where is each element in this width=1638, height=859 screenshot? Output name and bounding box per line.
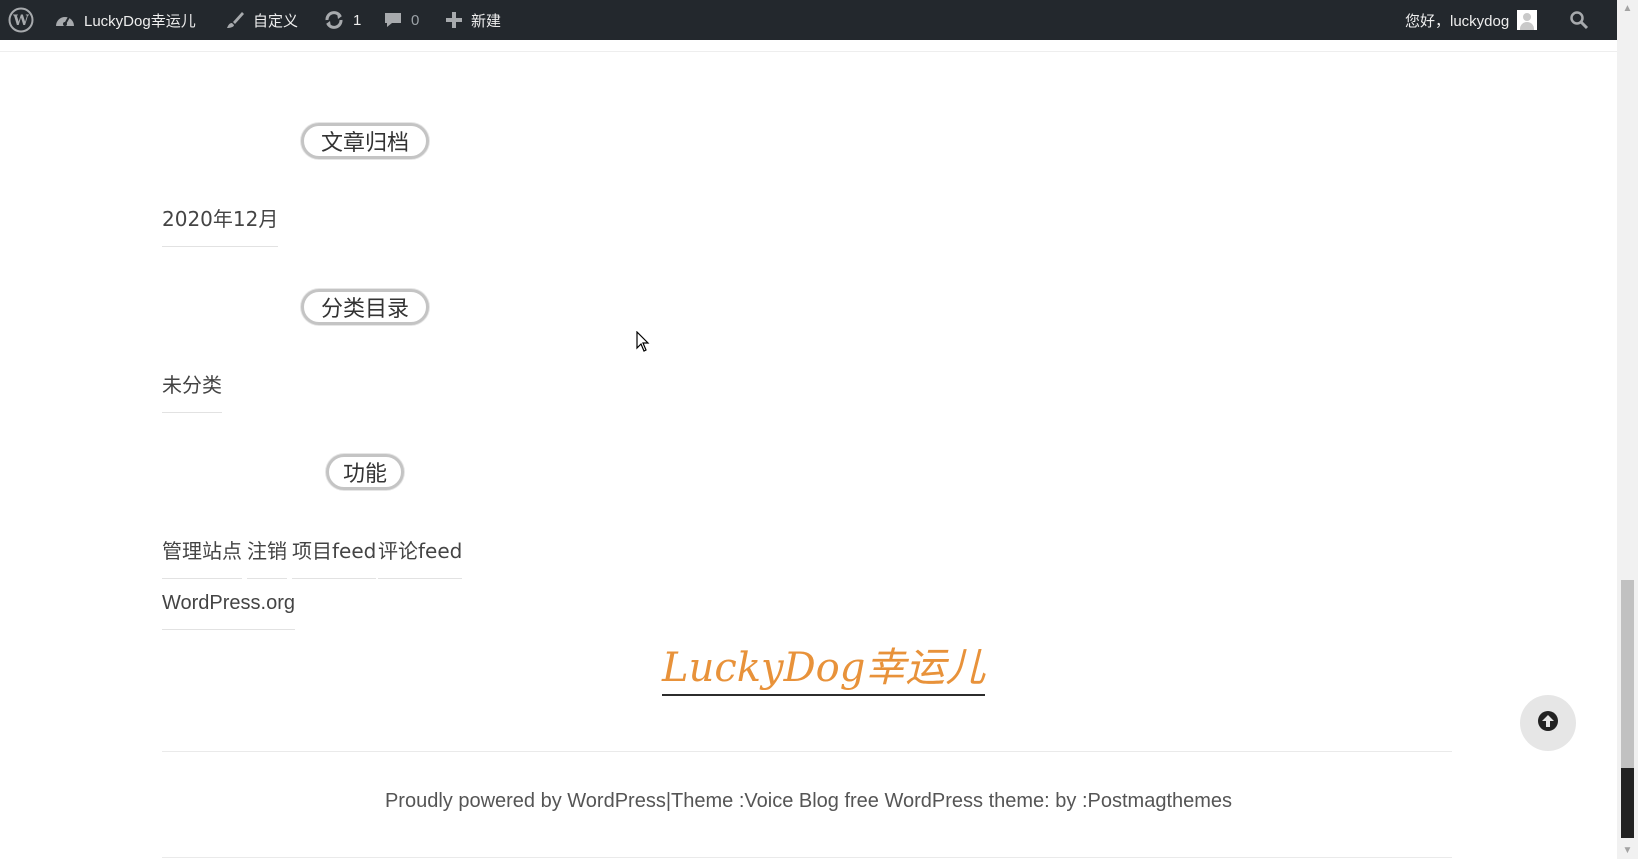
meta-link-wordpress-org[interactable]: WordPress.org [162,592,296,630]
categories-widget-title: 分类目录 [301,289,429,325]
customize-label: 自定义 [253,12,299,30]
archives-widget-title: 文章归档 [301,123,429,159]
scroll-down-arrow-icon[interactable]: ▼ [1617,842,1638,859]
category-link-uncategorized[interactable]: 未分类 [162,369,222,413]
my-account-menu[interactable]: 您好，luckydog [1405,0,1538,40]
scroll-up-arrow-icon[interactable]: ▲ [1617,0,1638,17]
meta-widget-title: 功能 [326,454,404,490]
admin-bar: W LuckyDog幸运儿 自定义 1 0 新建 您好，luckydog [0,0,1617,40]
meta-link-site-admin[interactable]: 管理站点 [162,535,242,579]
comments-count: 0 [411,11,420,29]
avatar [1517,10,1538,30]
dashboard-icon [54,11,76,29]
footer-site-title[interactable]: LuckyDog幸运儿 [662,644,986,696]
updates-count: 1 [353,11,362,29]
mouse-cursor-icon [636,330,652,358]
archive-link-2020-12[interactable]: 2020年12月 [162,203,279,247]
new-content-menu[interactable]: 新建 [445,0,501,40]
vertical-scrollbar[interactable]: ▲ ▼ [1617,0,1638,859]
paintbrush-icon [225,10,245,30]
meta-link-comments-feed[interactable]: 评论feed [378,535,463,579]
plus-icon [445,11,463,29]
footer-divider-top [162,751,1452,752]
comment-icon [383,10,403,30]
meta-link-logout[interactable]: 注销 [247,535,287,579]
footer-divider-bottom [162,857,1452,858]
site-name-label: LuckyDog幸运儿 [84,12,196,30]
site-name-menu[interactable]: LuckyDog幸运儿 [54,0,196,40]
meta-link-entries-feed[interactable]: 项目feed [292,535,377,579]
wordpress-logo-icon[interactable]: W [8,0,34,40]
customize-menu[interactable]: 自定义 [225,0,298,40]
search-icon[interactable] [1569,0,1589,40]
scrollbar-thumb-active[interactable] [1621,768,1634,838]
footer-credit: Proudly powered by WordPress|Theme :Voic… [384,790,1233,812]
back-to-top-button[interactable] [1520,695,1576,751]
arrow-up-circle-icon [1537,710,1559,737]
svg-text:W: W [12,13,29,29]
updates-menu[interactable]: 1 [323,0,361,40]
updates-icon [323,10,345,30]
greeting-label: 您好，luckydog [1405,12,1510,30]
new-label: 新建 [471,12,502,30]
comments-menu[interactable]: 0 [383,0,419,40]
header-divider [0,51,1617,52]
